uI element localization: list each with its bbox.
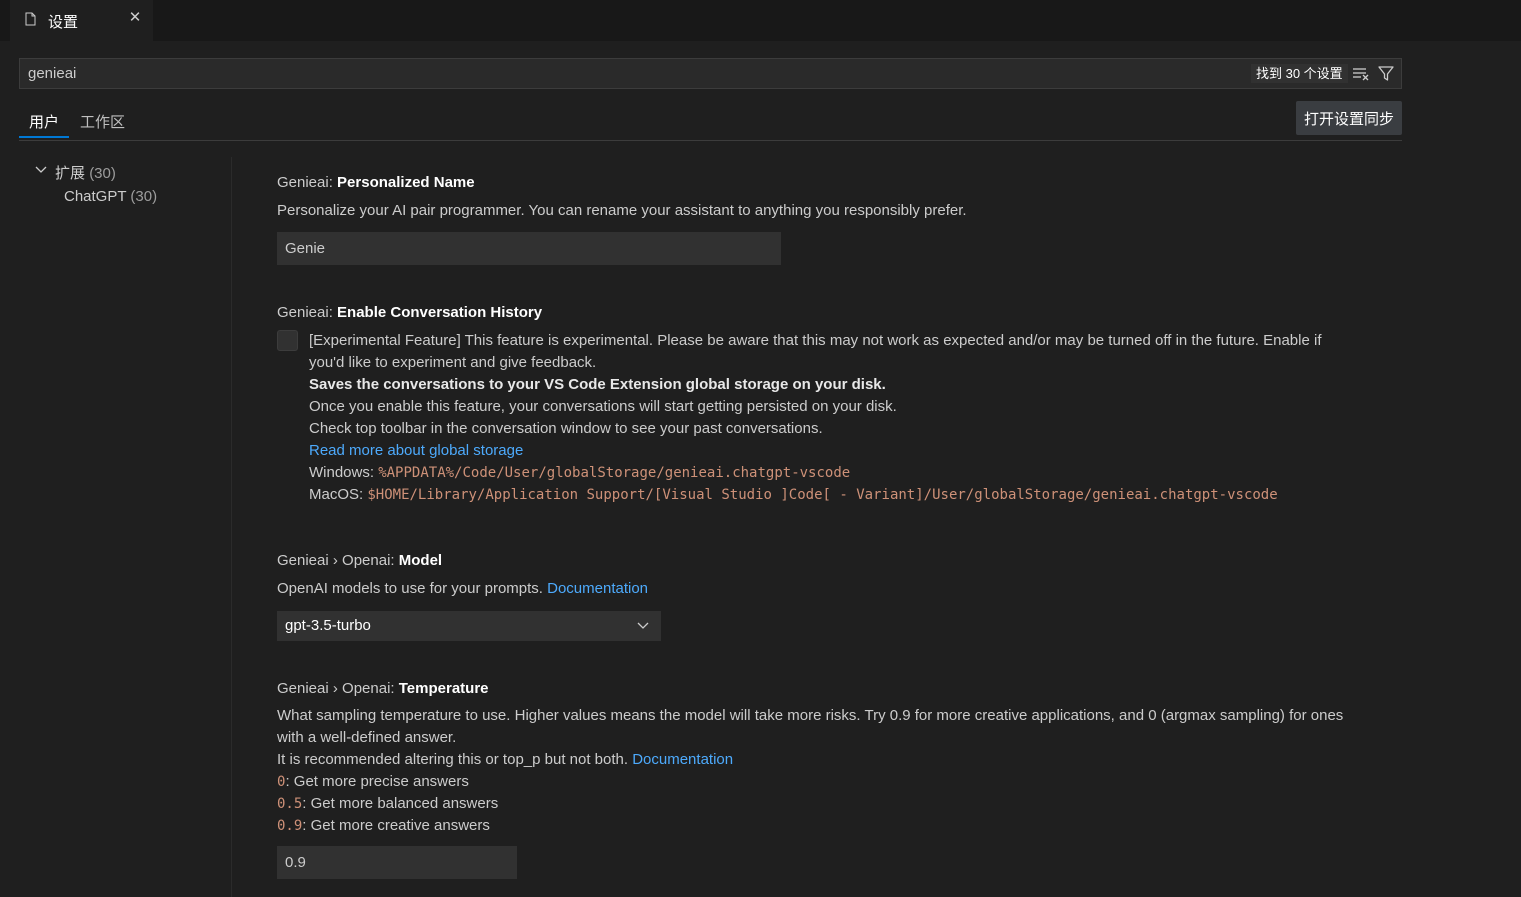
toc-extensions-count: (30) bbox=[89, 165, 116, 182]
setting-description: [Experimental Feature] This feature is e… bbox=[309, 330, 1322, 506]
setting-name: Personalized Name bbox=[337, 174, 475, 191]
settings-search-box: 找到 30 个设置 bbox=[19, 58, 1402, 89]
setting-description: OpenAI models to use for your prompts. D… bbox=[277, 578, 648, 600]
toc-item-chatgpt[interactable]: ChatGPT (30) bbox=[64, 188, 157, 205]
desc-line: Check top toolbar in the conversation wi… bbox=[309, 420, 823, 437]
temperature-documentation-link[interactable]: Documentation bbox=[632, 751, 733, 768]
close-icon[interactable]: ✕ bbox=[126, 9, 144, 27]
setting-title-temperature: Genieai › Openai: Temperature bbox=[277, 680, 489, 697]
editor-tab-bar: 设置 ✕ bbox=[0, 0, 1521, 41]
active-tab-indicator bbox=[19, 136, 69, 138]
option-code: 0.9 bbox=[277, 818, 303, 834]
setting-prefix: Genieai: bbox=[277, 174, 338, 191]
desc-line: with a well-defined answer. bbox=[277, 729, 457, 746]
global-storage-link[interactable]: Read more about global storage bbox=[309, 440, 1322, 462]
option-text: : Get more creative answers bbox=[302, 817, 490, 834]
conversation-history-checkbox[interactable] bbox=[277, 330, 298, 351]
setting-prefix: Genieai › Openai: bbox=[277, 552, 399, 569]
desc-line-bold: Saves the conversations to your VS Code … bbox=[309, 376, 886, 393]
personalized-name-input[interactable] bbox=[277, 232, 781, 265]
option-text: : Get more precise answers bbox=[285, 773, 469, 790]
macos-path-line: MacOS: $HOME/Library/Application Support… bbox=[309, 484, 1322, 506]
setting-prefix: Genieai: bbox=[277, 304, 338, 321]
recommend-text: It is recommended altering this or top_p… bbox=[277, 751, 633, 768]
tab-workspace[interactable]: 工作区 bbox=[80, 111, 125, 132]
windows-label: Windows: bbox=[309, 464, 379, 481]
tab-title: 设置 bbox=[48, 14, 79, 31]
toc-divider bbox=[231, 157, 232, 897]
result-count-badge: 找到 30 个设置 bbox=[1251, 64, 1348, 83]
search-input[interactable] bbox=[28, 65, 1128, 82]
setting-name: Model bbox=[398, 552, 443, 569]
toc-item-extensions[interactable]: 扩展 (30) bbox=[55, 162, 116, 183]
toc-chatgpt-label: ChatGPT bbox=[64, 188, 127, 205]
windows-path-line: Windows: %APPDATA%/Code/User/globalStora… bbox=[309, 462, 1322, 484]
setting-description: What sampling temperature to use. Higher… bbox=[277, 705, 1343, 837]
setting-title-personalized-name: Genieai: Personalized Name bbox=[277, 174, 475, 191]
setting-title-model: Genieai › Openai: Model bbox=[277, 552, 442, 569]
model-select-value: gpt-3.5-turbo bbox=[285, 617, 371, 634]
model-documentation-link[interactable]: Documentation bbox=[547, 580, 648, 597]
open-settings-sync-button[interactable]: 打开设置同步 bbox=[1296, 101, 1402, 135]
file-icon bbox=[25, 12, 36, 26]
option-line: 0.9: Get more creative answers bbox=[277, 815, 1343, 837]
tab-user[interactable]: 用户 bbox=[29, 111, 59, 132]
temperature-input[interactable] bbox=[277, 846, 517, 879]
setting-description: Personalize your AI pair programmer. You… bbox=[277, 202, 967, 219]
desc-line: It is recommended altering this or top_p… bbox=[277, 749, 1343, 771]
tabs-divider bbox=[19, 140, 1402, 141]
clear-filter-icon[interactable] bbox=[1352, 65, 1370, 83]
setting-name: Temperature bbox=[398, 680, 489, 697]
setting-title-conversation-history: Genieai: Enable Conversation History bbox=[277, 304, 542, 321]
chevron-down-icon[interactable] bbox=[35, 164, 47, 176]
option-code: 0.5 bbox=[277, 796, 303, 812]
desc-line: you'd like to experiment and give feedba… bbox=[309, 354, 597, 371]
macos-label: MacOS: bbox=[309, 486, 368, 503]
filter-icon[interactable] bbox=[1377, 65, 1395, 83]
option-text: : Get more balanced answers bbox=[302, 795, 499, 812]
toc-extensions-label: 扩展 bbox=[55, 165, 86, 182]
windows-path: %APPDATA%/Code/User/globalStorage/geniea… bbox=[378, 465, 851, 481]
desc-line: What sampling temperature to use. Higher… bbox=[277, 707, 1344, 724]
tab-settings[interactable]: 设置 ✕ bbox=[10, 0, 153, 41]
chevron-down-icon bbox=[637, 622, 649, 629]
setting-name: Enable Conversation History bbox=[337, 304, 543, 321]
model-description: OpenAI models to use for your prompts. bbox=[277, 580, 548, 597]
desc-line: [Experimental Feature] This feature is e… bbox=[309, 332, 1322, 349]
toc-chatgpt-count: (30) bbox=[130, 188, 158, 205]
option-line: 0.5: Get more balanced answers bbox=[277, 793, 1343, 815]
macos-path: $HOME/Library/Application Support/[Visua… bbox=[367, 487, 1278, 503]
option-line: 0: Get more precise answers bbox=[277, 771, 1343, 793]
model-select[interactable]: gpt-3.5-turbo bbox=[277, 611, 661, 641]
desc-line: Once you enable this feature, your conve… bbox=[309, 398, 897, 415]
setting-prefix: Genieai › Openai: bbox=[277, 680, 399, 697]
